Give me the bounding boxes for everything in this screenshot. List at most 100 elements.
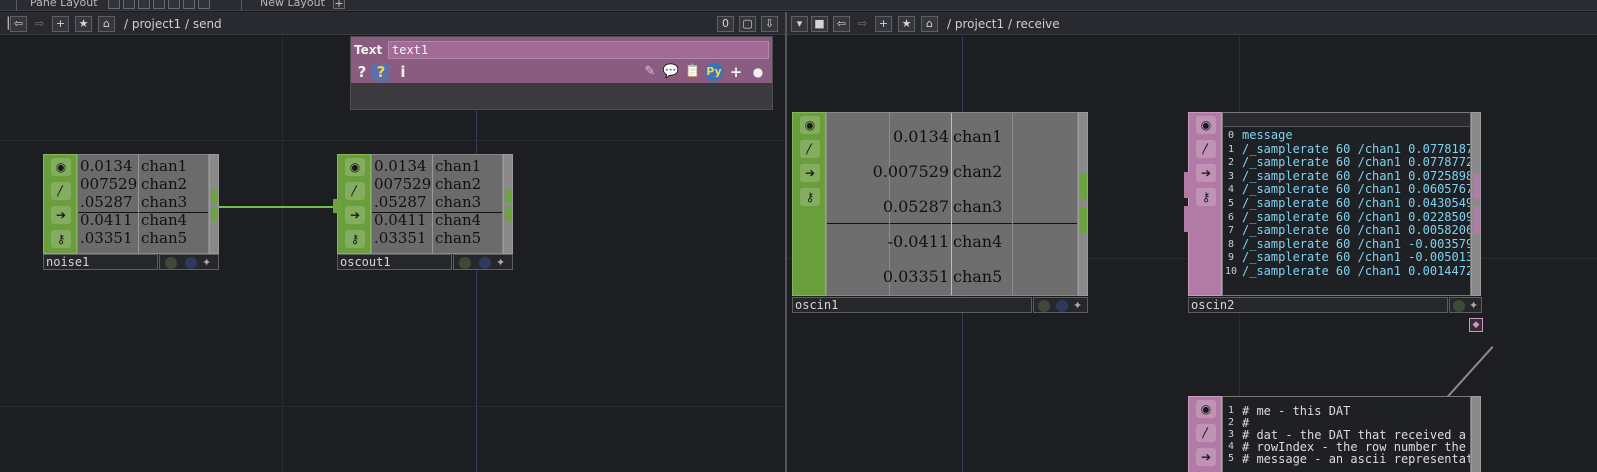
node-name-field[interactable]: oscout1 — [337, 254, 452, 270]
forward-button[interactable]: ⇨ — [31, 16, 48, 32]
bypass-flag[interactable] — [1453, 300, 1465, 312]
home-button[interactable]: ⌂ — [921, 16, 938, 32]
home-button[interactable]: ⌂ — [98, 16, 115, 32]
zero-button[interactable]: 0 — [717, 16, 734, 32]
network-path[interactable]: / project1 / receive — [947, 17, 1060, 31]
layout-preset-5[interactable] — [168, 0, 180, 9]
separator — [241, 0, 242, 10]
operator-name-field[interactable]: text1 — [388, 41, 769, 59]
forward-button[interactable]: ⇨ — [854, 16, 871, 32]
pulse-icon[interactable]: 〳 — [800, 140, 820, 158]
eye-icon[interactable]: ◉ — [800, 116, 820, 134]
bypass-flag[interactable] — [459, 257, 471, 269]
channel-name: chan3 — [141, 193, 188, 211]
row-index: 7 — [1227, 225, 1235, 237]
display-flag[interactable] — [1056, 300, 1068, 312]
output-connector[interactable] — [1473, 173, 1480, 199]
bypass-flag[interactable] — [165, 257, 177, 269]
lock-icon[interactable]: ⚷ — [1196, 188, 1216, 206]
output-connector[interactable] — [1080, 173, 1087, 199]
receive-network-pane[interactable]: ◉ 〳 ➔ ⚷ 0.0134 chan1 0.007529 chan2 0.0528… — [787, 36, 1597, 472]
pulse-icon[interactable]: 〳 — [1196, 140, 1216, 158]
viewer-flag-icon[interactable]: ✦ — [496, 257, 508, 269]
arrow-right-icon[interactable]: ➔ — [51, 206, 71, 224]
layout-preset-2[interactable] — [123, 0, 135, 9]
channel-name: chan3 — [435, 193, 482, 211]
row-text: /_samplerate 60 /chan1 0.02285099 — [1242, 209, 1471, 224]
channel-name: chan4 — [141, 211, 188, 229]
layout-preset-1[interactable] — [108, 0, 120, 9]
eye-icon[interactable]: ◉ — [1196, 400, 1216, 418]
output-connector[interactable] — [505, 189, 512, 203]
download-button[interactable]: ⇩ — [761, 16, 778, 32]
node-flags: ✦ — [1033, 297, 1088, 313]
star-button[interactable]: ★ — [898, 16, 915, 32]
arrow-right-icon[interactable]: ➔ — [1196, 164, 1216, 182]
arrow-right-icon[interactable]: ➔ — [800, 164, 820, 182]
node-name-field[interactable]: oscin1 — [792, 297, 1032, 313]
lock-icon[interactable]: ⚷ — [345, 230, 365, 248]
node-name-field[interactable]: oscin2 — [1188, 297, 1448, 313]
viewer-flag-icon[interactable]: ✦ — [202, 257, 214, 269]
help-icon[interactable]: ? — [353, 63, 371, 81]
new-layout-plus-button[interactable]: + — [333, 0, 345, 9]
python-icon[interactable]: Py — [705, 63, 723, 81]
add-icon[interactable]: + — [727, 63, 745, 81]
add-button[interactable]: + — [875, 16, 892, 32]
eye-icon[interactable]: ◉ — [1196, 116, 1216, 134]
output-connector[interactable] — [211, 207, 218, 221]
output-connector[interactable] — [1473, 207, 1480, 233]
stop-button[interactable]: ■ — [811, 16, 828, 32]
zero-line — [827, 223, 1077, 224]
bypass-flag[interactable] — [1038, 300, 1050, 312]
row-index: 4 — [1227, 184, 1235, 196]
arrow-right-icon[interactable]: ➔ — [1196, 448, 1216, 466]
output-connector[interactable] — [505, 207, 512, 221]
row-index: 6 — [1227, 211, 1235, 223]
display-flag[interactable] — [479, 257, 491, 269]
back-button[interactable]: ⇦ — [10, 16, 27, 32]
python-help-icon[interactable]: ? — [372, 63, 390, 81]
input-connector[interactable] — [1184, 172, 1192, 198]
input-connector[interactable] — [333, 199, 341, 213]
back-button[interactable]: ⇦ — [833, 16, 850, 32]
clipboard-icon[interactable]: 📋 — [684, 63, 702, 81]
node-side-panel: ◉ 〳 ➔ ⚷ — [337, 154, 371, 254]
arrow-right-icon[interactable]: ➔ — [345, 206, 365, 224]
network-path[interactable]: / project1 / send — [124, 17, 222, 31]
viewer-flag-icon[interactable]: ✦ — [1469, 300, 1481, 312]
lock-icon[interactable]: ⚷ — [51, 230, 71, 248]
info-icon[interactable]: i — [394, 63, 412, 81]
pencil-icon[interactable]: ✎ — [641, 63, 659, 81]
pulse-icon[interactable]: 〳 — [51, 182, 71, 200]
layout-preset-7[interactable] — [198, 0, 210, 9]
eye-icon[interactable]: ◉ — [345, 158, 365, 176]
callbacks-link-icon[interactable]: ◆ — [1469, 318, 1483, 332]
node-name-field[interactable]: noise1 — [43, 254, 158, 270]
channel-value: .03351 — [80, 229, 133, 247]
layout-preset-4[interactable] — [153, 0, 165, 9]
star-button[interactable]: ★ — [75, 16, 92, 32]
layout-preset-6[interactable] — [183, 0, 195, 9]
pulse-icon[interactable]: 〳 — [345, 182, 365, 200]
pane-menu-button[interactable]: ▾ — [791, 16, 808, 32]
add-button[interactable]: + — [52, 16, 69, 32]
layout-preset-3[interactable] — [138, 0, 150, 9]
noise1-to-oscout1-wire[interactable] — [215, 206, 345, 208]
column-divider — [138, 155, 139, 253]
output-connector[interactable] — [1080, 207, 1087, 233]
lock-icon[interactable]: ⚷ — [800, 188, 820, 206]
output-connector-bar — [1078, 112, 1088, 296]
input-connector[interactable] — [1184, 206, 1192, 232]
channel-name: chan1 — [435, 157, 482, 175]
output-connector-bar — [209, 154, 219, 254]
row-index: 2 — [1227, 157, 1235, 169]
output-connector[interactable] — [211, 189, 218, 203]
window-button[interactable]: ▢ — [739, 16, 756, 32]
pulse-icon[interactable]: 〳 — [1196, 424, 1216, 442]
display-flag[interactable] — [185, 257, 197, 269]
eye-icon[interactable]: ◉ — [51, 158, 71, 176]
dot-icon[interactable]: ● — [749, 63, 767, 81]
comment-icon[interactable]: 💬 — [662, 63, 680, 81]
viewer-flag-icon[interactable]: ✦ — [1073, 300, 1085, 312]
